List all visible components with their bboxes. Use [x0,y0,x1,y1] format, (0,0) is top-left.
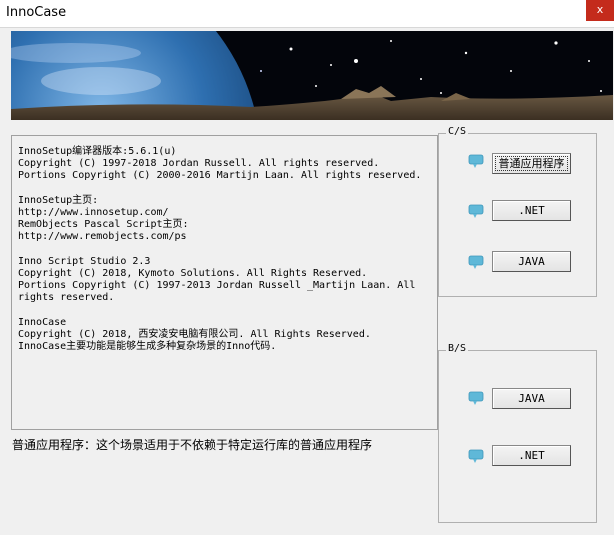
close-button[interactable]: x [586,0,614,21]
banner-image [11,31,613,120]
speech-bubble-icon [468,255,484,269]
title-bar: InnoCase x [0,0,614,28]
status-text: 普通应用程序：这个场景适用于不依赖于特定运行库的普通应用程序 [12,438,373,452]
window-title: InnoCase [6,5,67,20]
bs-dotnet-button[interactable]: .NET [492,445,571,466]
cs-group: C/S 普通应用程序 .NET JAVA [438,126,597,297]
info-text: InnoSetup编译器版本:5.6.1(u) Copyright (C) 19… [18,146,422,353]
space-earth-banner-icon [11,31,613,120]
speech-bubble-icon [468,391,484,405]
speech-bubble-icon [468,204,484,218]
bs-java-button[interactable]: JAVA [492,388,571,409]
cs-java-button[interactable]: JAVA [492,251,571,272]
info-panel: InnoSetup编译器版本:5.6.1(u) Copyright (C) 19… [11,135,438,430]
bs-group-label: B/S [446,343,469,354]
speech-bubble-icon [468,154,484,168]
cs-dotnet-button[interactable]: .NET [492,200,571,221]
speech-bubble-icon [468,449,484,463]
bs-group: B/S JAVA .NET [438,343,597,523]
cs-normal-app-button[interactable]: 普通应用程序 [492,153,571,174]
cs-group-label: C/S [446,126,469,137]
